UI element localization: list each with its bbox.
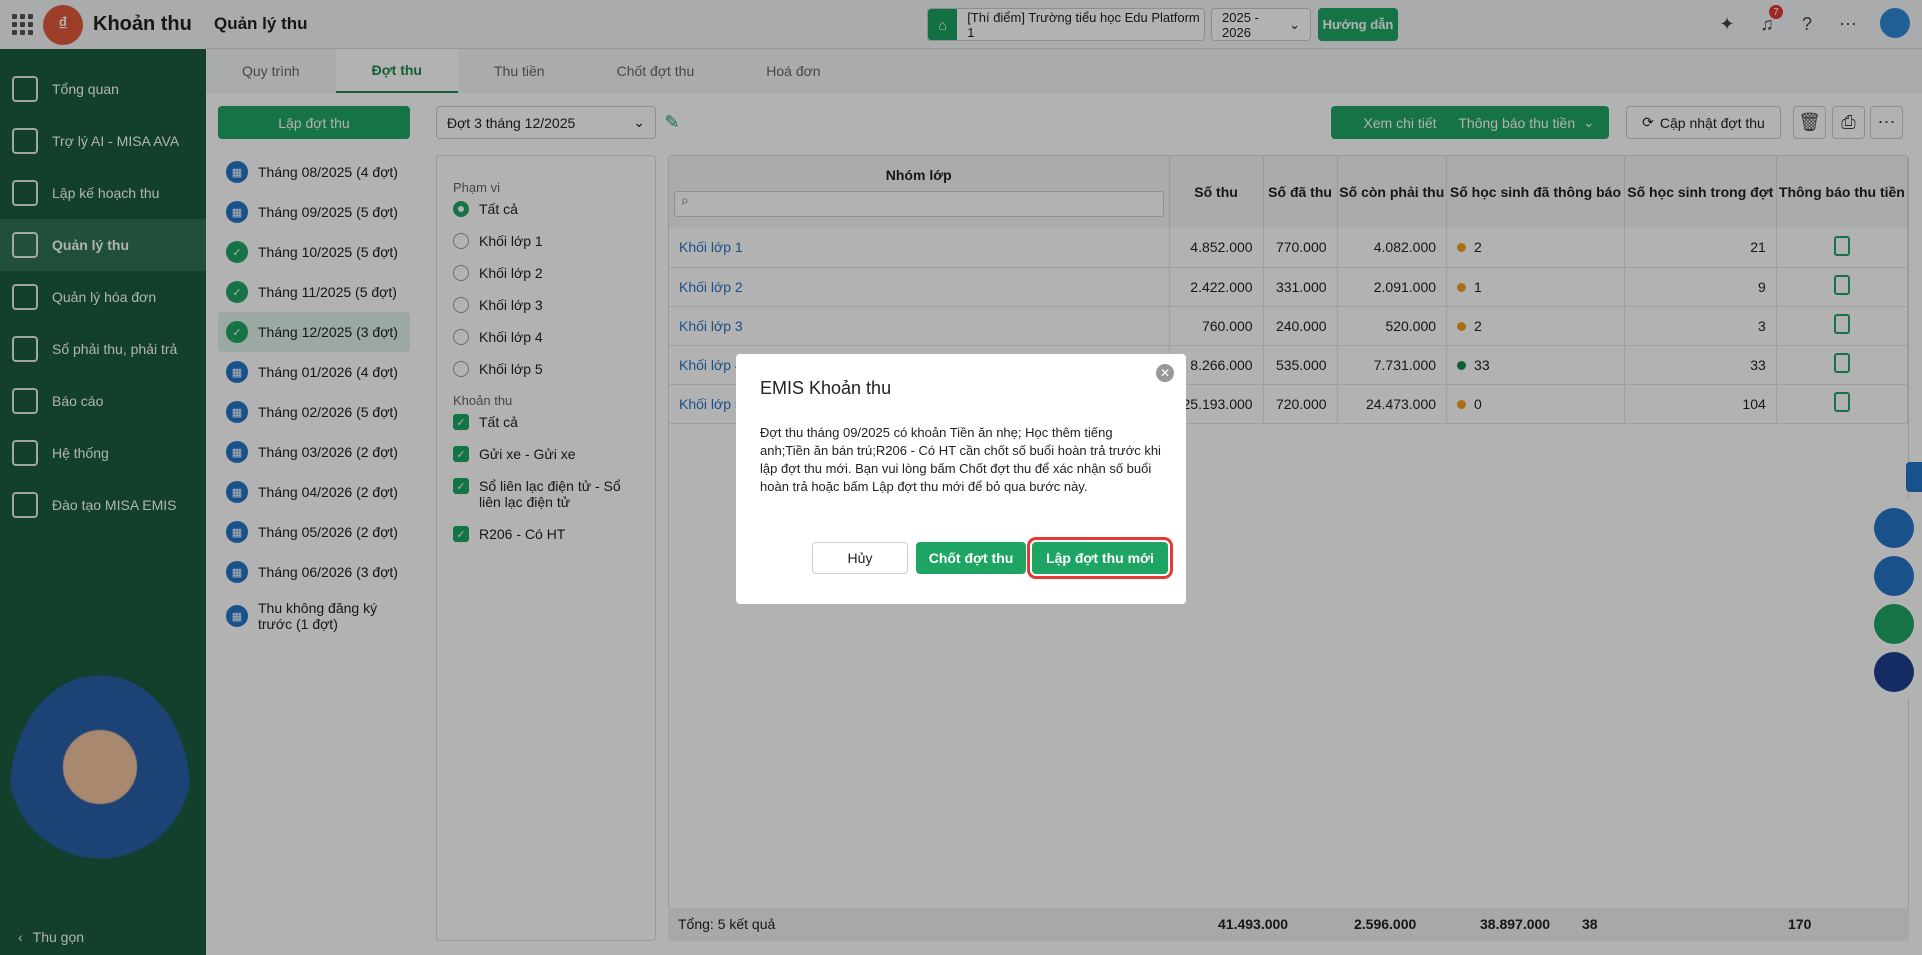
new-period-button[interactable]: Lập đợt thu mới <box>1027 537 1173 579</box>
dialog-message: Đợt thu tháng 09/2025 có khoản Tiền ăn n… <box>760 425 1161 494</box>
confirm-dialog: EMIS Khoản thu ✕ Đợt thu tháng 09/2025 c… <box>736 354 1186 604</box>
close-period-button[interactable]: Chốt đợt thu <box>916 542 1026 574</box>
dialog-title: EMIS Khoản thu <box>760 378 892 398</box>
cancel-button[interactable]: Hủy <box>812 542 908 574</box>
close-icon[interactable]: ✕ <box>1156 364 1174 382</box>
